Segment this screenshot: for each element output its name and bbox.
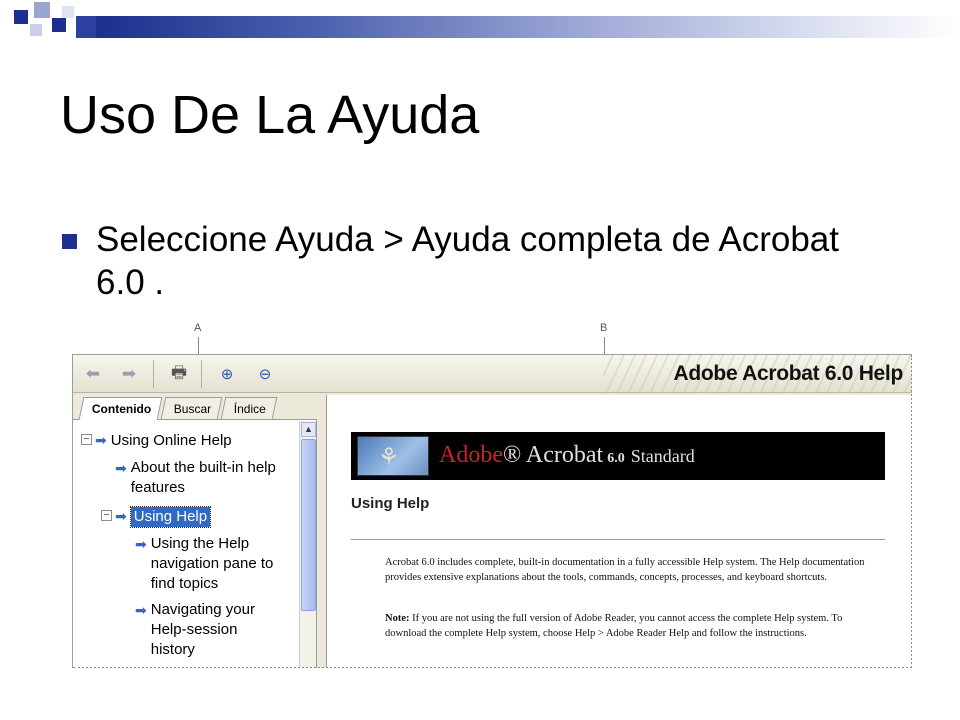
tab-contenido[interactable]: Contenido bbox=[78, 397, 163, 420]
collapse-icon[interactable]: − bbox=[101, 510, 112, 521]
toolbar-separator bbox=[153, 360, 154, 388]
tab-indice[interactable]: Índice bbox=[220, 397, 278, 419]
topic-arrow-icon: ➡ bbox=[135, 536, 147, 552]
topic-arrow-icon: ➡ bbox=[115, 460, 127, 476]
zoom-in-icon[interactable]: ⊕ bbox=[215, 362, 239, 386]
tree-item-using-online-help[interactable]: ➡ Using Online Help bbox=[95, 430, 232, 451]
tab-buscar[interactable]: Buscar bbox=[160, 397, 223, 419]
navigation-pane: − ➡ Using Online Help ➡ About the built-in… bbox=[73, 419, 317, 668]
tree-item-navigation-pane[interactable]: ➡ Using the Help navigation pane to find … bbox=[135, 534, 273, 594]
zoom-out-icon[interactable]: ⊖ bbox=[253, 362, 277, 386]
divider bbox=[351, 539, 885, 540]
square-bullet-icon bbox=[62, 234, 77, 249]
tab-label: Contenido bbox=[91, 402, 152, 416]
tab-label: Índice bbox=[233, 402, 266, 416]
tree-item-using-help[interactable]: ➡ Using Help bbox=[115, 506, 212, 528]
screenshot-edge bbox=[73, 666, 912, 668]
topic-arrow-icon: ➡ bbox=[135, 602, 147, 618]
slide-title: Uso De La Ayuda bbox=[60, 85, 480, 145]
tab-label: Buscar bbox=[173, 402, 212, 416]
deco-square bbox=[76, 16, 96, 38]
slide-decoration bbox=[0, 0, 960, 60]
pane-splitter[interactable] bbox=[317, 395, 327, 668]
deco-square bbox=[14, 10, 28, 24]
scroll-thumb[interactable] bbox=[301, 439, 316, 611]
topic-arrow-icon: ➡ bbox=[95, 432, 107, 448]
print-icon[interactable]: 🖶 bbox=[167, 362, 191, 386]
deco-square bbox=[30, 24, 42, 36]
help-window-screenshot: ⬅ ➡ 🖶 ⊕ ⊖ Adobe Acrobat 6.0 Help Índice … bbox=[72, 354, 912, 668]
acrobat-logo-icon: ⚘ bbox=[357, 436, 429, 476]
bullet-text: Seleccione Ayuda > Ayuda completa de Acr… bbox=[96, 220, 839, 302]
screenshot-edge bbox=[910, 355, 912, 668]
help-brand-title: Adobe Acrobat 6.0 Help bbox=[673, 362, 904, 385]
deco-square bbox=[62, 6, 74, 18]
callout-label-b: B bbox=[600, 322, 608, 334]
help-note: Note: If you are not using the full vers… bbox=[385, 613, 843, 639]
help-paragraph: Acrobat 6.0 includes complete, built-in … bbox=[385, 557, 865, 583]
title-gradient-bar bbox=[96, 16, 960, 38]
help-toolbar: ⬅ ➡ 🖶 ⊕ ⊖ Adobe Acrobat 6.0 Help bbox=[73, 355, 912, 393]
nav-tabs: Índice Buscar Contenido bbox=[77, 397, 317, 420]
tree-item-session-history[interactable]: ➡ Navigating your Help-session history bbox=[135, 600, 255, 660]
deco-square bbox=[52, 18, 66, 32]
deco-square bbox=[34, 2, 50, 18]
scroll-up-arrow-icon[interactable]: ▲ bbox=[301, 422, 316, 437]
help-content-pane: ⚘ Adobe® Acrobat 6.0 Standard Using Help A… bbox=[327, 395, 912, 668]
tree-item-about-built-in-help[interactable]: ➡ About the built-in help features bbox=[115, 458, 276, 498]
forward-arrow-icon[interactable]: ➡ bbox=[117, 362, 141, 386]
collapse-icon[interactable]: − bbox=[81, 434, 92, 445]
topic-arrow-icon: ➡ bbox=[115, 508, 127, 524]
acrobat-banner: ⚘ Adobe® Acrobat 6.0 Standard bbox=[351, 432, 885, 480]
help-heading: Using Help bbox=[351, 495, 430, 512]
toolbar-separator bbox=[201, 360, 202, 388]
back-arrow-icon[interactable]: ⬅ bbox=[81, 362, 105, 386]
banner-title: Adobe® Acrobat 6.0 Standard bbox=[439, 442, 695, 468]
callout-label-a: A bbox=[194, 322, 202, 334]
nav-scrollbar[interactable]: ▲ bbox=[299, 421, 316, 668]
